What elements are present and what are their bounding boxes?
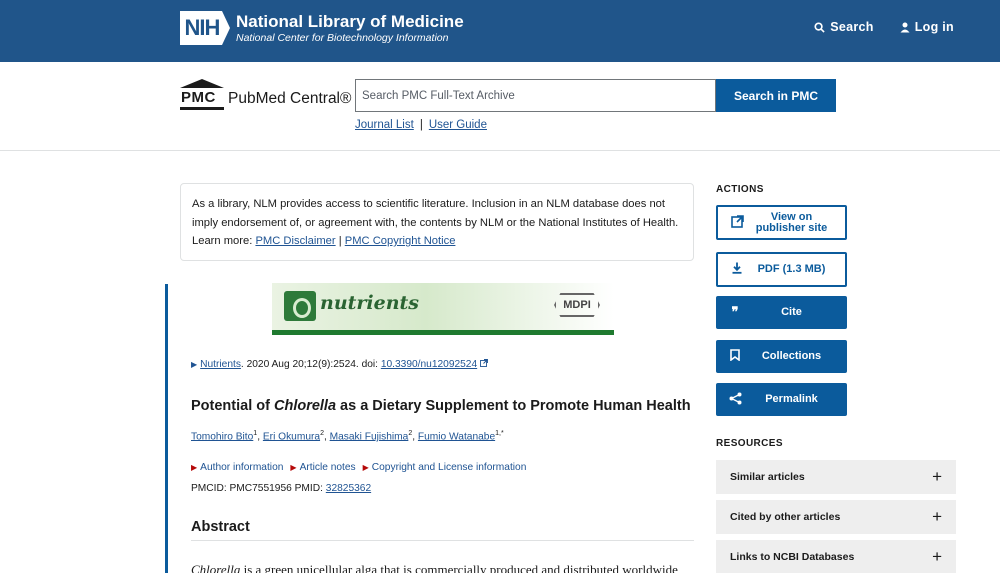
article-ids: PMCID: PMC7551956 PMID: 32825362: [191, 483, 371, 494]
pmid-label: PMID:: [294, 483, 323, 494]
pmc-search-input[interactable]: [355, 79, 716, 112]
journal-banner[interactable]: nutrients MDPI: [272, 283, 614, 335]
view-on-publisher-label: View on publisher site: [755, 210, 828, 234]
pmcid: PMCID: PMC7551956: [191, 483, 292, 494]
pdf-download-button[interactable]: PDF (1.3 MB): [716, 252, 847, 287]
search-label: Search: [830, 20, 874, 34]
collections-label: Collections: [761, 350, 822, 362]
pmid-link[interactable]: 32825362: [326, 483, 371, 494]
abstract-text: Chlorella is a green unicellular alga th…: [191, 562, 678, 573]
author-list: Tomohiro Bito1, Eri Okumura2, Masaki Fuj…: [191, 430, 504, 443]
citation-line: ▶ Nutrients. 2020 Aug 20;12(9):2524. doi:…: [191, 359, 488, 370]
doi-link[interactable]: 10.3390/nu12092524: [381, 359, 477, 370]
learn-more-label: Learn more:: [192, 235, 253, 247]
plus-icon: +: [932, 467, 942, 486]
actions-heading: ACTIONS: [716, 184, 764, 195]
article-left-rule: [165, 284, 168, 573]
pmc-logo[interactable]: PMC PubMed Central®: [180, 79, 351, 112]
user-guide-link[interactable]: User Guide: [429, 119, 487, 131]
abstract-heading: Abstract: [191, 519, 250, 535]
resources-heading: RESOURCES: [716, 438, 783, 449]
similar-articles-accordion[interactable]: Similar articles +: [716, 460, 956, 494]
similar-articles-label: Similar articles: [730, 471, 805, 483]
bookmark-icon: [722, 349, 748, 364]
caret-right-icon: ▶: [191, 360, 198, 369]
cited-by-accordion[interactable]: Cited by other articles +: [716, 500, 956, 534]
nlm-title: National Library of Medicine: [236, 11, 464, 31]
share-icon: [722, 392, 748, 408]
nlm-logo[interactable]: NIH National Library of Medicine Nationa…: [180, 11, 464, 45]
pmc-header: PMC PubMed Central® Search in PMC Journa…: [0, 62, 1000, 151]
journal-banner-name: nutrients: [320, 292, 420, 314]
ncbi-links-accordion[interactable]: Links to NCBI Databases +: [716, 540, 956, 573]
collections-button[interactable]: Collections: [716, 340, 847, 373]
nutrients-logo-icon: [284, 291, 316, 321]
ncbi-links-label: Links to NCBI Databases: [730, 551, 855, 563]
author-link[interactable]: Eri Okumura: [263, 431, 320, 442]
citation-details: . 2020 Aug 20;12(9):2524. doi:: [240, 359, 381, 370]
nih-search-button[interactable]: Search: [814, 20, 874, 34]
mdpi-logo: MDPI: [554, 293, 600, 317]
cite-button[interactable]: ❞ Cite: [716, 296, 847, 329]
plus-icon: +: [932, 507, 942, 526]
abstract-divider: [191, 540, 694, 541]
journal-list-link[interactable]: Journal List: [355, 119, 414, 131]
author-information-toggle[interactable]: ▶ Author information: [191, 462, 283, 473]
link-separator: |: [419, 119, 423, 131]
login-button[interactable]: Log in: [900, 20, 954, 34]
pmc-copyright-link[interactable]: PMC Copyright Notice: [345, 235, 456, 247]
search-icon: [814, 21, 825, 33]
disclaimer-text: As a library, NLM provides access to sci…: [192, 198, 679, 229]
external-link-icon: [724, 214, 750, 231]
pmc-building-icon: PMC: [180, 79, 224, 112]
pdf-download-label: PDF (1.3 MB): [757, 263, 826, 275]
pmc-name: PubMed Central®: [228, 89, 352, 107]
disclaimer-separator: |: [338, 235, 342, 247]
permalink-button[interactable]: Permalink: [716, 383, 847, 416]
ncbi-subtitle: National Center for Biotechnology Inform…: [236, 31, 449, 44]
login-label: Log in: [914, 20, 954, 34]
author-link[interactable]: Fumio Watanabe: [418, 431, 495, 442]
nlm-disclaimer: As a library, NLM provides access to sci…: [180, 183, 694, 261]
author-link[interactable]: Masaki Fujishima: [330, 431, 409, 442]
article-meta-links: ▶ Author information ▶ Article notes ▶ Copy…: [191, 462, 526, 473]
cited-by-label: Cited by other articles: [730, 511, 841, 523]
nih-badge: NIH: [180, 11, 230, 45]
journal-link[interactable]: Nutrients: [200, 359, 241, 370]
plus-icon: +: [932, 547, 942, 566]
author-link[interactable]: Tomohiro Bito: [191, 431, 253, 442]
article-title: Potential of Chlorella as a Dietary Supp…: [191, 398, 691, 414]
user-icon: [900, 22, 910, 32]
cite-label: Cite: [781, 306, 802, 318]
nih-banner: NIH National Library of Medicine Nationa…: [0, 0, 1000, 62]
article-notes-toggle[interactable]: ▶ Article notes: [290, 462, 355, 473]
pmc-disclaimer-link[interactable]: PMC Disclaimer: [255, 235, 335, 247]
download-icon: [724, 262, 750, 277]
view-on-publisher-button[interactable]: View on publisher site: [716, 205, 847, 240]
permalink-label: Permalink: [765, 393, 818, 405]
quote-icon: ❞: [731, 305, 739, 320]
search-in-pmc-button[interactable]: Search in PMC: [716, 79, 836, 112]
copyright-license-toggle[interactable]: ▶ Copyright and License information: [363, 462, 527, 473]
external-link-icon: [480, 359, 488, 367]
